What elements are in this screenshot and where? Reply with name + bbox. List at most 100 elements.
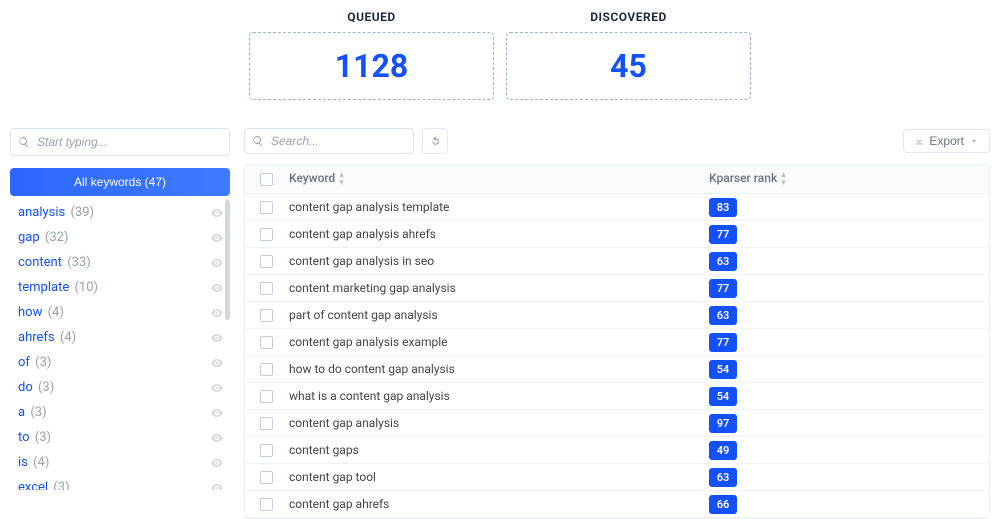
sidebar-keyword-item[interactable]: to (3)	[10, 425, 230, 450]
table-row: what is a content gap analysis54	[245, 383, 989, 410]
row-checkbox[interactable]	[260, 255, 273, 268]
row-checkbox[interactable]	[260, 282, 273, 295]
stat-queued-value: 1128	[249, 32, 494, 100]
eye-icon[interactable]	[210, 381, 224, 395]
rank-badge: 77	[709, 225, 737, 244]
rank-badge: 83	[709, 198, 737, 217]
row-checkbox[interactable]	[260, 390, 273, 403]
row-keyword: what is a content gap analysis	[287, 389, 709, 403]
export-label: Export	[929, 134, 964, 148]
export-button[interactable]: Export	[903, 129, 990, 153]
sidebar-keyword-item[interactable]: analysis (39)	[10, 200, 230, 225]
sidebar-keyword-item[interactable]: how (4)	[10, 300, 230, 325]
sort-icon: ▴▾	[339, 171, 344, 187]
row-keyword: content gaps	[287, 443, 709, 457]
rank-badge: 54	[709, 387, 737, 406]
chevron-down-icon	[969, 136, 979, 146]
column-header-rank[interactable]: Kparser rank▴▾	[709, 171, 989, 187]
refresh-icon	[430, 136, 441, 147]
results-table: Keyword▴▾ Kparser rank▴▾ content gap ana…	[244, 164, 990, 519]
refresh-button[interactable]	[422, 128, 448, 154]
row-keyword: content gap analysis	[287, 416, 709, 430]
row-keyword: content gap analysis example	[287, 335, 709, 349]
eye-icon[interactable]	[210, 331, 224, 345]
sidebar-keyword-name: ahrefs	[18, 330, 55, 345]
rank-badge: 63	[709, 252, 737, 271]
row-checkbox[interactable]	[260, 471, 273, 484]
eye-icon[interactable]	[210, 256, 224, 270]
rank-badge: 97	[709, 414, 737, 433]
rank-badge: 54	[709, 360, 737, 379]
table-row: content gap ahrefs66	[245, 491, 989, 518]
table-row: content gap analysis template83	[245, 194, 989, 221]
table-row: content gap analysis ahrefs77	[245, 221, 989, 248]
stat-queued-label: QUEUED	[249, 10, 494, 24]
table-row: content gap tool63	[245, 464, 989, 491]
row-checkbox[interactable]	[260, 498, 273, 511]
eye-icon[interactable]	[210, 406, 224, 420]
eye-icon[interactable]	[210, 431, 224, 445]
eye-icon[interactable]	[210, 456, 224, 470]
sidebar: All keywords (47) analysis (39)gap (32)c…	[10, 128, 230, 519]
content-area: Export Keyword▴▾ Kparser rank▴▾ content …	[244, 128, 990, 519]
sidebar-keyword-item[interactable]: of (3)	[10, 350, 230, 375]
sidebar-keyword-name: to	[18, 430, 30, 445]
eye-icon[interactable]	[210, 281, 224, 295]
eye-icon[interactable]	[210, 231, 224, 245]
row-checkbox[interactable]	[260, 363, 273, 376]
sidebar-keyword-name: do	[18, 380, 33, 395]
sidebar-keyword-name: content	[18, 255, 62, 270]
row-keyword: part of content gap analysis	[287, 308, 709, 322]
sidebar-keyword-count: (3)	[53, 480, 69, 490]
sidebar-scrollbar[interactable]	[225, 200, 230, 320]
sidebar-keyword-count: (10)	[74, 280, 98, 295]
all-keywords-button[interactable]: All keywords (47)	[10, 168, 230, 196]
eye-icon[interactable]	[210, 206, 224, 220]
table-row: content marketing gap analysis77	[245, 275, 989, 302]
sidebar-keyword-item[interactable]: excel (3)	[10, 475, 230, 490]
search-icon	[252, 135, 264, 147]
sidebar-keyword-name: analysis	[18, 205, 65, 220]
row-checkbox[interactable]	[260, 309, 273, 322]
table-header: Keyword▴▾ Kparser rank▴▾	[245, 165, 989, 194]
sidebar-keyword-name: a	[18, 405, 25, 420]
sidebar-keyword-name: how	[18, 305, 42, 320]
select-all-checkbox[interactable]	[260, 173, 273, 186]
sidebar-keyword-item[interactable]: gap (32)	[10, 225, 230, 250]
stat-queued: QUEUED 1128	[249, 10, 494, 100]
rank-badge: 66	[709, 495, 737, 514]
row-keyword: content marketing gap analysis	[287, 281, 709, 295]
rank-badge: 77	[709, 279, 737, 298]
sidebar-keyword-count: (4)	[33, 455, 49, 470]
sidebar-keyword-count: (32)	[45, 230, 69, 245]
eye-icon[interactable]	[210, 356, 224, 370]
sidebar-keyword-item[interactable]: a (3)	[10, 400, 230, 425]
download-icon	[914, 136, 924, 146]
row-checkbox[interactable]	[260, 336, 273, 349]
row-checkbox[interactable]	[260, 444, 273, 457]
row-checkbox[interactable]	[260, 201, 273, 214]
sidebar-keyword-item[interactable]: template (10)	[10, 275, 230, 300]
row-checkbox[interactable]	[260, 417, 273, 430]
eye-icon[interactable]	[210, 481, 224, 491]
sidebar-keyword-count: (4)	[60, 330, 76, 345]
sidebar-keyword-count: (3)	[35, 430, 51, 445]
row-keyword: how to do content gap analysis	[287, 362, 709, 376]
sidebar-keyword-item[interactable]: do (3)	[10, 375, 230, 400]
sidebar-keyword-item[interactable]: content (33)	[10, 250, 230, 275]
column-header-keyword[interactable]: Keyword▴▾	[287, 171, 709, 187]
sidebar-keyword-item[interactable]: is (4)	[10, 450, 230, 475]
row-checkbox[interactable]	[260, 228, 273, 241]
stats-row: QUEUED 1128 DISCOVERED 45	[0, 0, 1000, 118]
table-search-input[interactable]	[244, 128, 414, 154]
content-toolbar: Export	[244, 128, 990, 154]
eye-icon[interactable]	[210, 306, 224, 320]
table-row: content gaps49	[245, 437, 989, 464]
sidebar-search-input[interactable]	[10, 128, 230, 156]
sidebar-keyword-item[interactable]: ahrefs (4)	[10, 325, 230, 350]
sidebar-keyword-name: of	[18, 355, 30, 370]
keyword-filter-list: analysis (39)gap (32)content (33)templat…	[10, 200, 230, 490]
rank-badge: 63	[709, 468, 737, 487]
rank-badge: 77	[709, 333, 737, 352]
sidebar-keyword-name: template	[18, 280, 69, 295]
